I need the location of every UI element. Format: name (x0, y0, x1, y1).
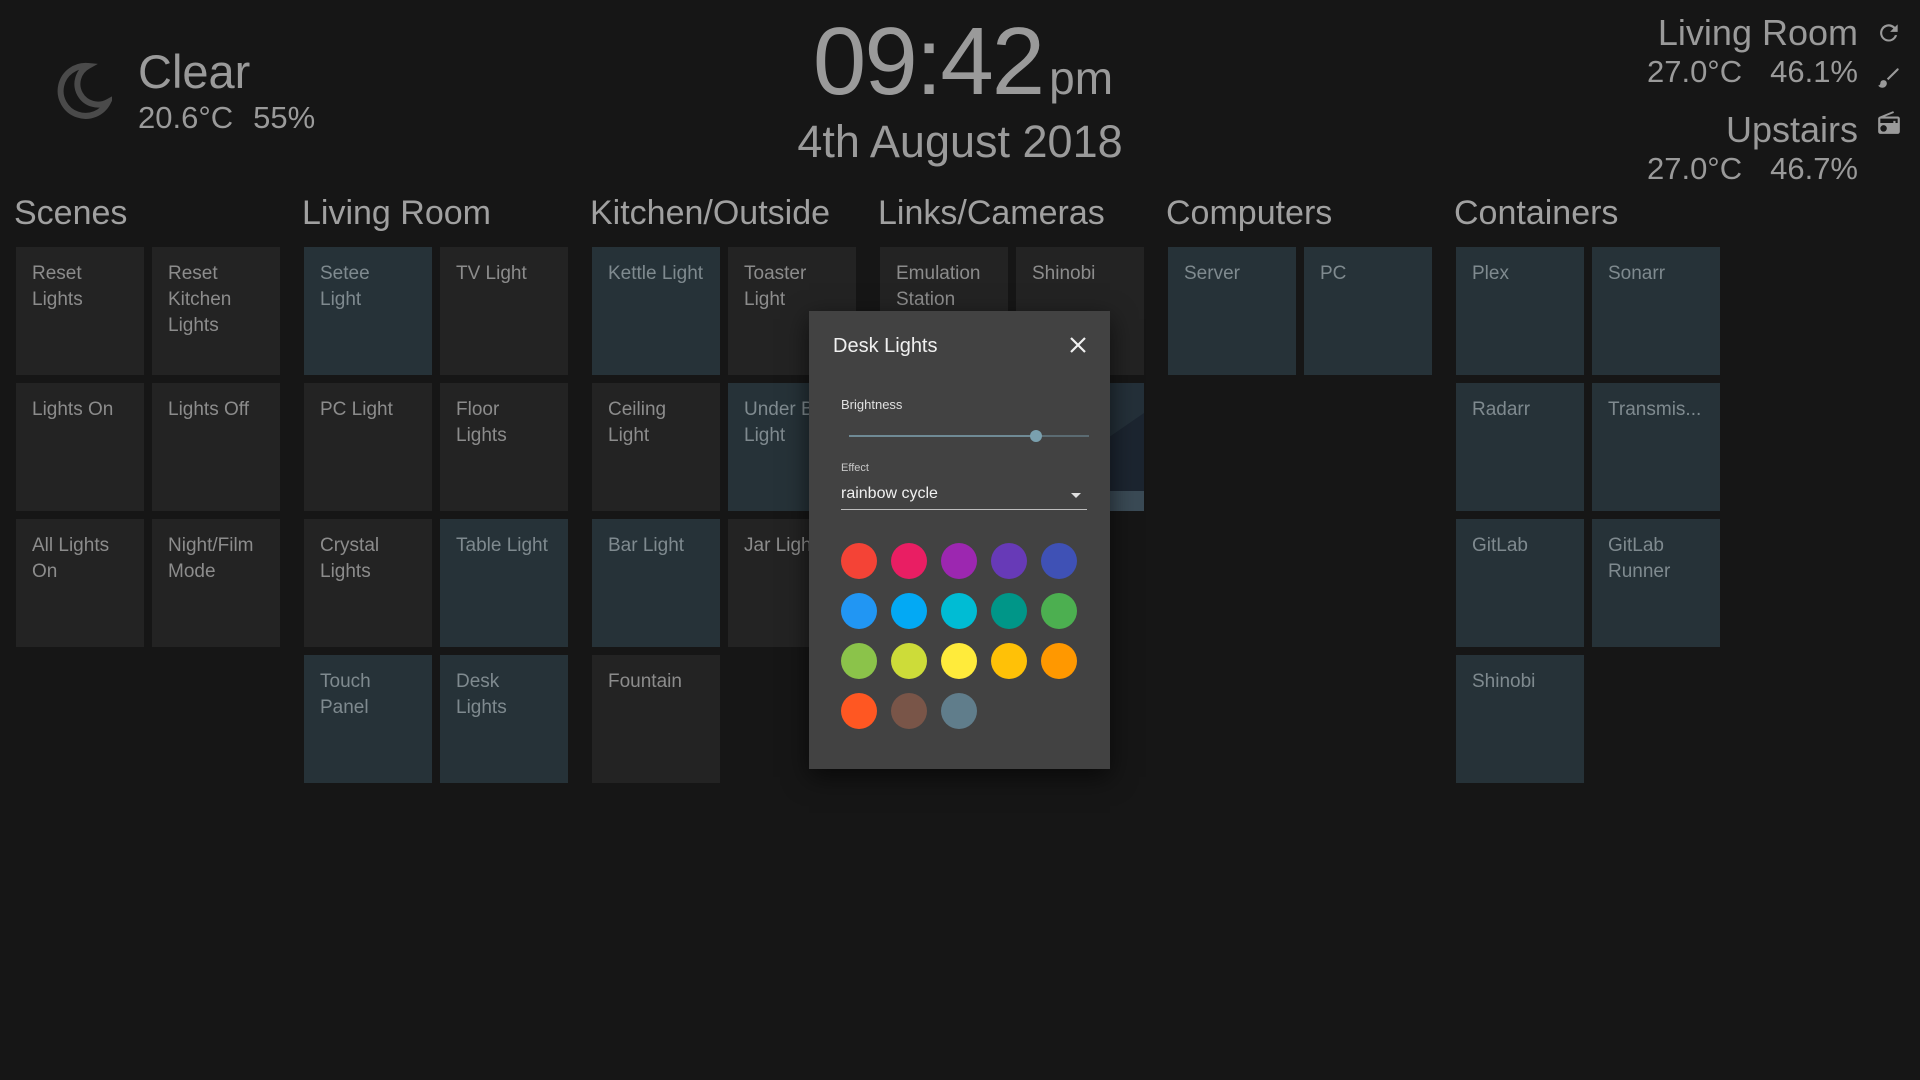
effect-label: Effect (841, 462, 869, 474)
tile-sonarr[interactable]: Sonarr (1592, 247, 1720, 375)
tile-all-lights-on[interactable]: All Lights On (16, 519, 144, 647)
color-swatches (841, 543, 1091, 729)
group-living-room: Living Room Setee Light TV Light PC Ligh… (300, 194, 568, 783)
tile-pc-light[interactable]: PC Light (304, 383, 432, 511)
sensor-name: Living Room (1657, 12, 1858, 53)
color-swatch[interactable] (891, 643, 927, 679)
color-swatch[interactable] (891, 693, 927, 729)
tile-kettle-light[interactable]: Kettle Light (592, 247, 720, 375)
brush-icon[interactable] (1876, 65, 1902, 91)
sensor-humidity: 46.1% (1770, 54, 1858, 89)
light-settings-dialog: Desk Lights Brightness Effect rainbow cy… (809, 311, 1110, 769)
chevron-down-icon (1071, 493, 1081, 498)
tile-server[interactable]: Server (1168, 247, 1296, 375)
sensor-upstairs: Upstairs 27.0°C 46.7% (1647, 109, 1858, 187)
color-swatch[interactable] (1041, 643, 1077, 679)
tile-grid: Reset Lights Reset Kitchen Lights Lights… (12, 247, 280, 647)
color-swatch[interactable] (891, 543, 927, 579)
sensor-humidity: 46.7% (1770, 151, 1858, 186)
close-icon[interactable] (1068, 335, 1088, 355)
tile-reset-lights[interactable]: Reset Lights (16, 247, 144, 375)
sensor-living-room: Living Room 27.0°C 46.1% (1647, 12, 1858, 90)
clock: 09:42 pm (0, 14, 1920, 110)
sensor-temperature: 27.0°C (1646, 151, 1743, 186)
tile-desk-lights[interactable]: Desk Lights (440, 655, 568, 783)
dialog-title: Desk Lights (833, 335, 938, 357)
color-swatch[interactable] (891, 593, 927, 629)
color-swatch[interactable] (1041, 543, 1077, 579)
side-toolbar (1876, 20, 1902, 155)
effect-select[interactable]: rainbow cycle (841, 481, 1087, 510)
color-swatch[interactable] (841, 693, 877, 729)
tile-gitlab[interactable]: GitLab (1456, 519, 1584, 647)
group-scenes: Scenes Reset Lights Reset Kitchen Lights… (12, 194, 280, 647)
tile-touch-panel[interactable]: Touch Panel (304, 655, 432, 783)
color-swatch[interactable] (1041, 593, 1077, 629)
color-swatch[interactable] (841, 543, 877, 579)
tile-floor-lights[interactable]: Floor Lights (440, 383, 568, 511)
effect-value: rainbow cycle (841, 485, 938, 502)
tile-bar-light[interactable]: Bar Light (592, 519, 720, 647)
tile-tv-light[interactable]: TV Light (440, 247, 568, 375)
tile-fountain[interactable]: Fountain (592, 655, 720, 783)
color-swatch[interactable] (991, 593, 1027, 629)
color-swatch[interactable] (991, 543, 1027, 579)
tile-shinobi[interactable]: Shinobi (1456, 655, 1584, 783)
sensor-temperature: 27.0°C (1646, 54, 1743, 89)
tile-transmission[interactable]: Transmis... (1592, 383, 1720, 511)
tile-lights-on[interactable]: Lights On (16, 383, 144, 511)
brightness-label: Brightness (841, 397, 903, 412)
color-swatch[interactable] (841, 643, 877, 679)
group-title: Living Room (302, 194, 491, 232)
clock-ampm: pm (1049, 52, 1114, 104)
group-containers: Containers Plex Sonarr Radarr Transmis..… (1452, 194, 1720, 783)
tile-night-film-mode[interactable]: Night/Film Mode (152, 519, 280, 647)
tile-gitlab-runner[interactable]: GitLab Runner (1592, 519, 1720, 647)
group-title: Links/Cameras (878, 194, 1105, 232)
sensor-name: Upstairs (1725, 109, 1858, 150)
clock-date: 4th August 2018 (797, 116, 1123, 167)
tile-grid: Server PC (1164, 247, 1432, 375)
color-swatch[interactable] (941, 543, 977, 579)
tile-radarr[interactable]: Radarr (1456, 383, 1584, 511)
tile-lights-off[interactable]: Lights Off (152, 383, 280, 511)
tile-table-light[interactable]: Table Light (440, 519, 568, 647)
group-title: Kitchen/Outside (590, 194, 831, 232)
sensor-values: 27.0°C 46.1% (1647, 54, 1858, 90)
sensor-values: 27.0°C 46.7% (1647, 151, 1858, 187)
clock-time: 09:42 (812, 8, 1045, 115)
tile-ceiling-light[interactable]: Ceiling Light (592, 383, 720, 511)
tile-grid: Plex Sonarr Radarr Transmis... GitLab Gi… (1452, 247, 1720, 783)
tile-pc[interactable]: PC (1304, 247, 1432, 375)
group-title: Computers (1166, 194, 1333, 232)
color-swatch[interactable] (841, 593, 877, 629)
radio-icon[interactable] (1876, 110, 1902, 136)
tile-plex[interactable]: Plex (1456, 247, 1584, 375)
tile-grid: Setee Light TV Light PC Light Floor Ligh… (300, 247, 568, 783)
tile-setee-light[interactable]: Setee Light (304, 247, 432, 375)
color-swatch[interactable] (941, 643, 977, 679)
refresh-icon[interactable] (1876, 20, 1902, 46)
group-title: Scenes (14, 194, 128, 232)
tile-crystal-lights[interactable]: Crystal Lights (304, 519, 432, 647)
brightness-slider[interactable] (849, 429, 1089, 443)
slider-thumb[interactable] (1030, 430, 1043, 442)
color-swatch[interactable] (941, 593, 977, 629)
group-title: Containers (1454, 194, 1619, 232)
color-swatch[interactable] (991, 643, 1027, 679)
slider-fill (849, 435, 1037, 437)
group-computers: Computers Server PC (1164, 194, 1432, 375)
tile-reset-kitchen-lights[interactable]: Reset Kitchen Lights (152, 247, 280, 375)
color-swatch[interactable] (941, 693, 977, 729)
indoor-sensors: Living Room 27.0°C 46.1% Upstairs 27.0°C 4… (1647, 12, 1858, 187)
